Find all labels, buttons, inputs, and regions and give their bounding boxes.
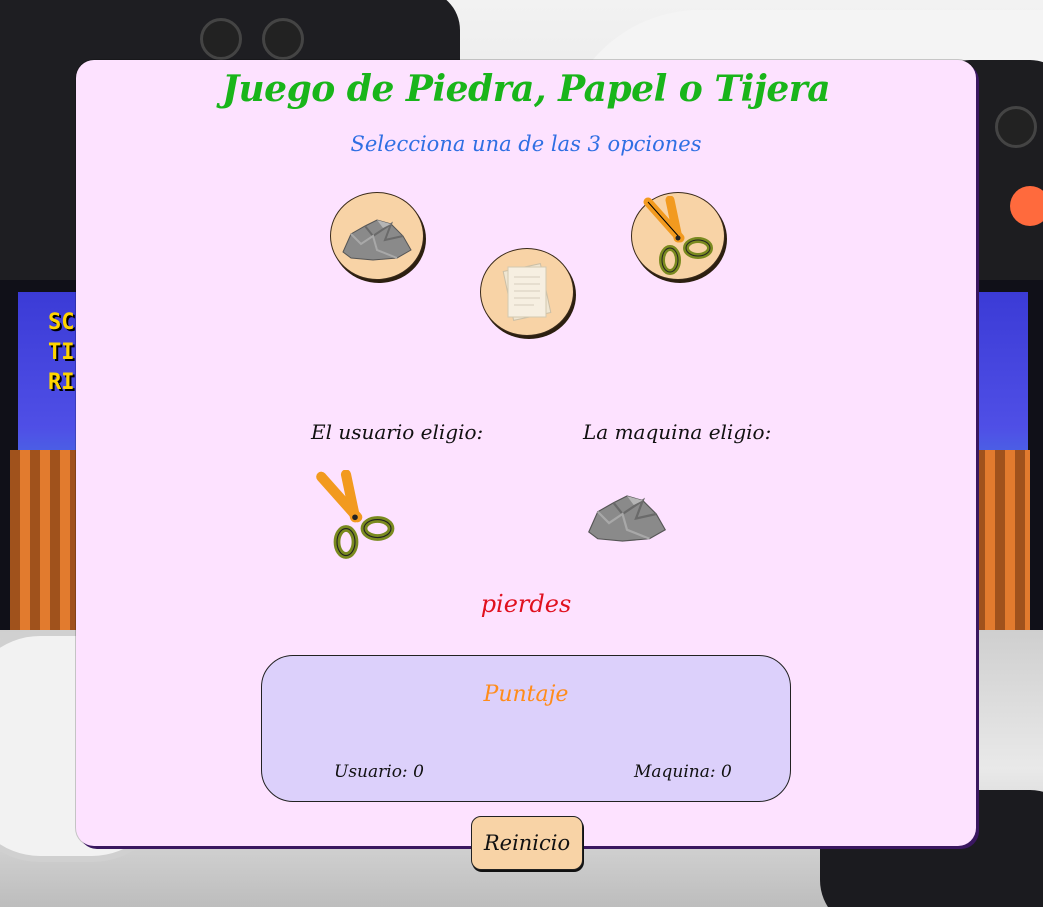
game-card: Juego de Piedra, Papel o Tijera Seleccio… <box>76 60 976 846</box>
paper-option-button[interactable] <box>480 248 574 336</box>
score-title: Puntaje <box>483 682 569 707</box>
user-score: Usuario: 0 <box>334 762 424 782</box>
rock-option-button[interactable] <box>330 192 424 280</box>
user-choice-label: El usuario eligio: <box>311 420 484 444</box>
reset-button[interactable]: Reinicio <box>471 816 583 870</box>
user-choice-display <box>312 469 398 564</box>
result-text: pierdes <box>480 590 572 618</box>
scissors-icon <box>643 196 713 275</box>
scissors-icon <box>316 469 395 559</box>
scissors-option-button[interactable] <box>631 192 725 280</box>
paper-icon <box>502 263 552 321</box>
rock-icon <box>588 495 667 542</box>
rock-icon <box>342 219 412 261</box>
score-panel: Puntaje Usuario: 0 Maquina: 0 <box>261 655 791 802</box>
machine-score: Maquina: 0 <box>634 762 732 782</box>
page-title: Juego de Piedra, Papel o Tijera <box>221 68 831 110</box>
machine-choice-label: La maquina eligio: <box>583 420 772 444</box>
machine-choice-display <box>582 480 672 552</box>
page-subtitle: Selecciona una de las 3 opciones <box>350 132 702 156</box>
